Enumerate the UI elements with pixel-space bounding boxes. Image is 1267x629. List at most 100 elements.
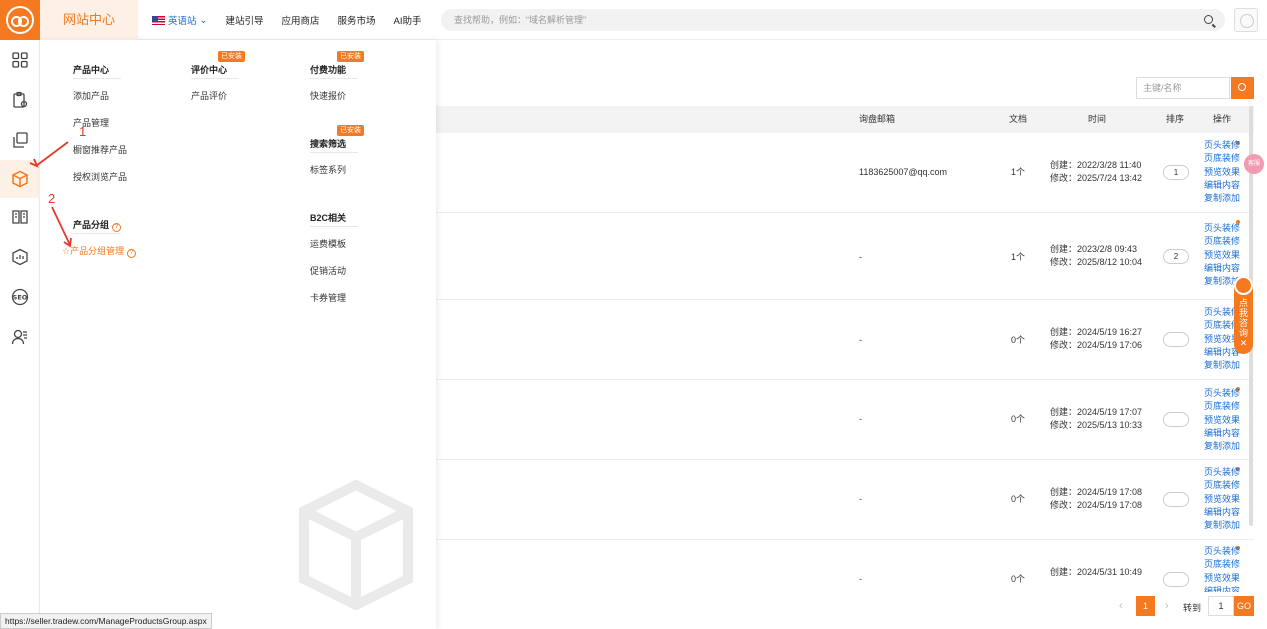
row-modified: 修改：2025/7/24 13:42 [1050, 173, 1143, 183]
table-header: 询盘邮箱 文档 时间 排序 操作 [436, 106, 1254, 133]
edit-content-link[interactable]: 编辑内容 [1204, 585, 1240, 592]
clipboard-settings-icon[interactable] [11, 91, 29, 109]
sidebar: SEO [0, 40, 40, 629]
consult-tab[interactable]: 点我咨询 ✕ [1234, 276, 1253, 354]
sort-input[interactable] [1163, 332, 1189, 347]
sort-input[interactable] [1163, 572, 1189, 587]
next-page-button[interactable]: › [1165, 600, 1169, 612]
help-icon[interactable]: ? [127, 249, 137, 258]
footer-decor-link[interactable]: 页底装修 [1204, 400, 1240, 413]
user-management-icon[interactable] [11, 328, 29, 346]
goto-page-input[interactable]: 1 [1208, 596, 1234, 616]
row-created: 创建：2023/2/8 09:43 [1050, 244, 1138, 254]
preview-link[interactable]: 预览效果 [1204, 166, 1240, 179]
edit-content-link[interactable]: 编辑内容 [1204, 506, 1240, 519]
app-root: 网站中心 英语站 ⌄ 建站引导 应用商店 服务市场 AI助手 查找帮助，例如：“… [0, 0, 1267, 629]
preview-link[interactable]: 预览效果 [1204, 572, 1240, 585]
sort-input[interactable]: 2 [1163, 249, 1189, 264]
footer-decor-link[interactable]: 页底装修 [1204, 152, 1240, 165]
site-center-title[interactable]: 网站中心 [40, 0, 138, 40]
nav-guide[interactable]: 建站引导 [225, 13, 263, 27]
menu-product-review[interactable]: 产品评价 [191, 89, 227, 102]
copy-add-link[interactable]: 复制添加 [1204, 519, 1240, 532]
copy-add-link[interactable]: 复制添加 [1204, 192, 1240, 205]
footer-decor-link[interactable]: 页底装修 [1204, 479, 1240, 492]
preview-link[interactable]: 预览效果 [1204, 414, 1240, 427]
nav-app-store[interactable]: 应用商店 [282, 13, 320, 27]
row-modified: 修改：2025/5/13 10:33 [1050, 420, 1143, 430]
product-group-title-text: 产品分组 [73, 220, 110, 230]
sort-input[interactable] [1163, 412, 1189, 427]
divider [73, 78, 121, 79]
divider [191, 78, 239, 79]
search-icon[interactable] [1204, 15, 1213, 24]
product-group-manage-label: 产品分组管理 [70, 246, 125, 256]
avatar[interactable] [1234, 8, 1258, 32]
site-selector[interactable]: 英语站 ⌄ [152, 13, 207, 27]
copy-add-link[interactable]: 复制添加 [1204, 440, 1240, 453]
nav-service-market[interactable]: 服务市场 [338, 13, 376, 27]
row-email: 1183625007@qq.com [859, 167, 948, 177]
row-modified: 修改：2024/5/19 17:06 [1050, 340, 1143, 350]
dashboard-icon[interactable] [11, 51, 29, 69]
top-bar: 网站中心 英语站 ⌄ 建站引导 应用商店 服务市场 AI助手 查找帮助，例如：“… [0, 0, 1267, 40]
close-icon[interactable]: ✕ [1234, 338, 1253, 348]
help-icon[interactable]: ? [112, 223, 122, 232]
row-docs[interactable]: 0个 [1011, 413, 1025, 426]
menu-add-product[interactable]: 添加产品 [73, 89, 109, 102]
header-decor-link[interactable]: 页头装修 [1204, 466, 1240, 479]
row-ops: 页头装修 页底装修 预览效果 编辑内容 复制添加 [1204, 387, 1240, 453]
sort-input[interactable]: 1 [1163, 165, 1189, 180]
divider [310, 152, 358, 153]
product-box-icon[interactable] [0, 160, 40, 198]
pages-icon[interactable] [11, 131, 29, 149]
prev-page-button[interactable]: ‹ [1119, 600, 1123, 612]
annotation-number-2: 2 [48, 191, 56, 206]
menu-authorized-products[interactable]: 授权浏览产品 [73, 170, 127, 183]
footer-decor-link[interactable]: 页底装修 [1204, 558, 1240, 571]
copy-add-link[interactable]: 复制添加 [1204, 359, 1240, 372]
preview-link[interactable]: 预览效果 [1204, 249, 1240, 262]
menu-quick-quote[interactable]: 快速报价 [310, 89, 346, 102]
edit-content-link[interactable]: 编辑内容 [1204, 262, 1240, 275]
star-icon[interactable]: ☆ [62, 246, 70, 256]
header-decor-link[interactable]: 页头装修 [1204, 545, 1240, 558]
goto-label: 转到 [1183, 603, 1202, 613]
seo-icon[interactable]: SEO [11, 288, 29, 306]
row-email: - [859, 335, 862, 345]
row-modified: 修改：2025/8/12 10:04 [1050, 257, 1143, 267]
menu-shipping-template[interactable]: 运费模板 [310, 237, 346, 250]
sort-input[interactable] [1163, 492, 1189, 507]
footer-decor-link[interactable]: 页底装修 [1204, 235, 1240, 248]
svg-text:SEO: SEO [13, 294, 28, 302]
menu-showcase-products[interactable]: 橱窗推荐产品 [73, 143, 127, 156]
logo[interactable] [0, 0, 40, 40]
edit-content-link[interactable]: 编辑内容 [1204, 427, 1240, 440]
header-decor-link[interactable]: 页头装修 [1204, 222, 1240, 235]
customer-service-bubble[interactable]: 客服 [1244, 154, 1264, 174]
keyword-filter-input[interactable]: 主键/名称 [1136, 77, 1230, 99]
help-search-input[interactable]: 查找帮助，例如：“域名解析管理” [441, 9, 1225, 31]
filter-search-button[interactable] [1231, 77, 1254, 99]
menu-tag-series[interactable]: 标签系列 [310, 163, 346, 176]
preview-link[interactable]: 预览效果 [1204, 493, 1240, 506]
current-page-button[interactable]: 1 [1136, 596, 1155, 616]
go-button[interactable]: GO [1234, 596, 1254, 616]
header-decor-link[interactable]: 页头装修 [1204, 139, 1240, 152]
row-docs[interactable]: 1个 [1011, 251, 1025, 264]
row-ops: 页头装修 页底装修 预览效果 编辑内容 复制添加 [1204, 545, 1240, 592]
review-center-title: 评价中心 [191, 65, 228, 75]
row-docs[interactable]: 0个 [1011, 573, 1025, 586]
book-icon[interactable] [11, 208, 29, 226]
edit-content-link[interactable]: 编辑内容 [1204, 179, 1240, 192]
row-docs[interactable]: 0个 [1011, 334, 1025, 347]
stats-box-icon[interactable] [11, 248, 29, 266]
header-decor-link[interactable]: 页头装修 [1204, 387, 1240, 400]
menu-coupon-manage[interactable]: 卡券管理 [310, 291, 346, 304]
row-email: - [859, 494, 862, 504]
menu-product-group-manage[interactable]: ☆产品分组管理? [62, 244, 137, 258]
menu-promotions[interactable]: 促销活动 [310, 264, 346, 277]
row-docs[interactable]: 1个 [1011, 166, 1025, 179]
row-docs[interactable]: 0个 [1011, 493, 1025, 506]
nav-ai-assistant[interactable]: AI助手 [394, 13, 422, 27]
